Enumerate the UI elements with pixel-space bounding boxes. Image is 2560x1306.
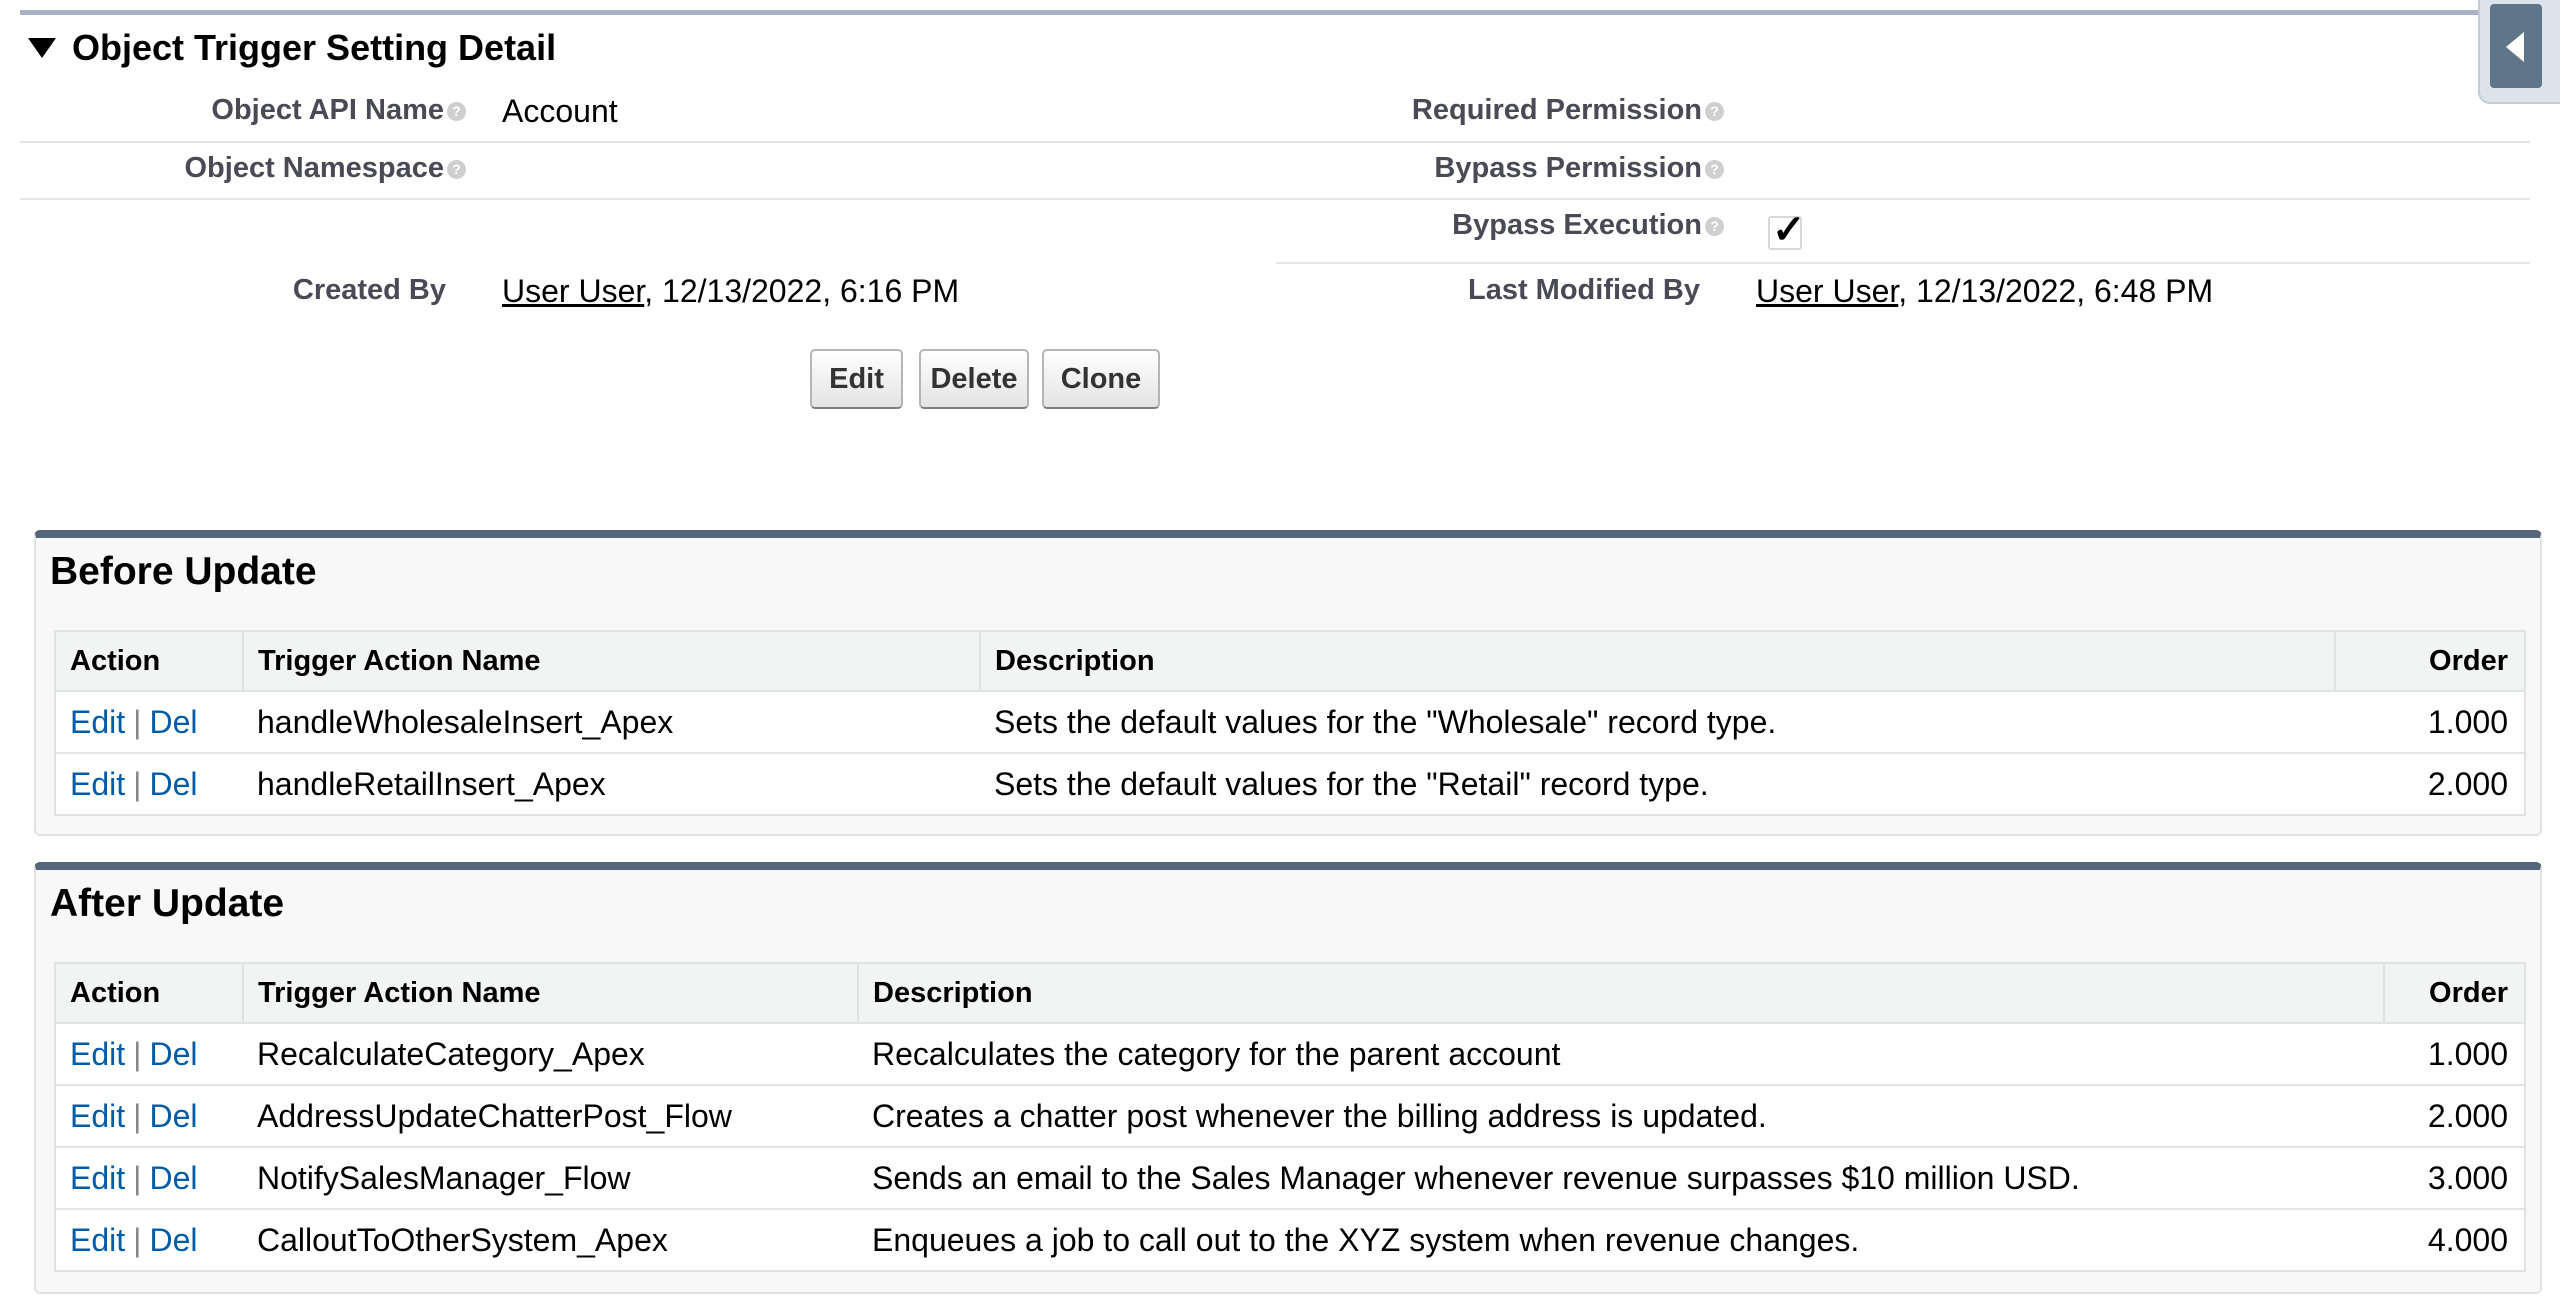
description-cell: Recalculates the category for the parent… (858, 1022, 2384, 1085)
table-row: Edit | Del NotifySalesManager_Flow Sends a… (55, 1146, 2525, 1209)
action-separator: | (133, 1035, 142, 1072)
help-icon[interactable]: ? (447, 101, 466, 121)
delete-link[interactable]: Del (149, 1222, 197, 1258)
after-update-table: Action Trigger Action Name Description O… (54, 962, 2526, 1272)
delete-link[interactable]: Del (149, 704, 197, 740)
sidebar-toggle-tab[interactable] (2478, 0, 2560, 104)
triangle-down-icon[interactable] (28, 38, 56, 58)
action-cell: Edit | Del (55, 1022, 243, 1085)
chevron-left-icon (2506, 32, 2524, 62)
description-cell: Creates a chatter post whenever the bill… (858, 1084, 2384, 1147)
description-cell: Sends an email to the Sales Manager when… (858, 1146, 2384, 1209)
delete-link[interactable]: Del (149, 766, 197, 802)
delete-link[interactable]: Del (149, 1160, 197, 1196)
object-namespace-label: Object Namespace? (184, 152, 466, 185)
row-divider (20, 198, 2530, 200)
object-api-name-value: Account (502, 93, 618, 129)
edit-link[interactable]: Edit (70, 1160, 125, 1196)
action-separator: | (133, 1097, 142, 1134)
edit-button[interactable]: Edit (810, 349, 903, 409)
description-cell: Sets the default values for the "Retail"… (980, 752, 2335, 815)
sidebar-toggle-button[interactable] (2490, 4, 2542, 88)
column-header-description[interactable]: Description (857, 962, 2385, 1024)
help-icon[interactable]: ? (1705, 159, 1724, 179)
created-by-date: , 12/13/2022, 6:16 PM (644, 273, 960, 309)
trigger-action-name-cell: handleWholesaleInsert_Apex (243, 690, 980, 753)
order-cell: 4.000 (2384, 1208, 2525, 1271)
delete-link[interactable]: Del (149, 1098, 197, 1134)
trigger-action-name-cell: AddressUpdateChatterPost_Flow (243, 1084, 858, 1147)
order-cell: 1.000 (2384, 1022, 2525, 1085)
table-row: Edit | Del handleWholesaleInsert_Apex Sets… (55, 690, 2525, 753)
created-by-label: Created By (292, 274, 446, 306)
created-by-value: User User, 12/13/2022, 6:16 PM (502, 273, 959, 310)
column-header-action: Action (54, 962, 244, 1024)
action-separator: | (133, 1221, 142, 1258)
edit-link[interactable]: Edit (70, 766, 125, 802)
bypass-execution-label: Bypass Execution? (1452, 209, 1724, 242)
bypass-permission-label: Bypass Permission? (1434, 152, 1724, 185)
trigger-action-name-cell: NotifySalesManager_Flow (243, 1146, 858, 1209)
last-modified-by-label: Last Modified By (1467, 274, 1700, 306)
after-update-title: After Update (50, 882, 285, 925)
required-permission-label: Required Permission? (1412, 94, 1724, 127)
after-update-list: After Update Action Trigger Action Name … (34, 862, 2542, 1294)
table-row: Edit | Del CalloutToOtherSystem_Apex Enque… (55, 1208, 2525, 1271)
help-icon[interactable]: ? (1705, 101, 1724, 121)
action-cell: Edit | Del (55, 1208, 243, 1271)
column-header-trigger-action-name[interactable]: Trigger Action Name (242, 962, 859, 1024)
table-header-row: Action Trigger Action Name Description O… (54, 630, 2526, 692)
table-row: Edit | Del AddressUpdateChatterPost_Flow C… (55, 1084, 2525, 1147)
trigger-action-name-cell: handleRetailInsert_Apex (243, 752, 980, 815)
column-header-description[interactable]: Description (979, 630, 2336, 692)
action-cell: Edit | Del (55, 690, 243, 753)
checkmark-icon: ✓ (1772, 208, 1806, 252)
order-cell: 2.000 (2384, 1084, 2525, 1147)
action-cell: Edit | Del (55, 752, 243, 815)
action-separator: | (133, 1159, 142, 1196)
action-cell: Edit | Del (55, 1084, 243, 1147)
last-modified-by-value: User User, 12/13/2022, 6:48 PM (1756, 273, 2213, 310)
last-modified-by-date: , 12/13/2022, 6:48 PM (1898, 273, 2214, 309)
help-icon[interactable]: ? (447, 159, 466, 179)
delete-button[interactable]: Delete (919, 349, 1029, 409)
created-by-user-link[interactable]: User User (502, 273, 644, 309)
column-header-action: Action (54, 630, 244, 692)
object-api-name-label: Object API Name? (211, 94, 466, 127)
action-cell: Edit | Del (55, 1146, 243, 1209)
column-header-trigger-action-name[interactable]: Trigger Action Name (242, 630, 981, 692)
page: Object Trigger Setting Detail Object API… (0, 0, 2560, 1306)
action-separator: | (133, 765, 142, 802)
column-header-order[interactable]: Order (2334, 630, 2526, 692)
edit-link[interactable]: Edit (70, 1036, 125, 1072)
row-divider (20, 141, 2530, 143)
before-update-title: Before Update (50, 550, 317, 593)
edit-link[interactable]: Edit (70, 704, 125, 740)
section-top-rule (20, 10, 2480, 15)
action-separator: | (133, 703, 142, 740)
delete-link[interactable]: Del (149, 1036, 197, 1072)
table-row: Edit | Del RecalculateCategory_Apex Recalc… (55, 1022, 2525, 1085)
order-cell: 1.000 (2335, 690, 2525, 753)
detail-section-title: Object Trigger Setting Detail (72, 27, 557, 68)
order-cell: 3.000 (2384, 1146, 2525, 1209)
edit-link[interactable]: Edit (70, 1098, 125, 1134)
help-icon[interactable]: ? (1705, 216, 1724, 236)
order-cell: 2.000 (2335, 752, 2525, 815)
detail-section-header[interactable]: Object Trigger Setting Detail (28, 26, 556, 70)
edit-link[interactable]: Edit (70, 1222, 125, 1258)
before-update-list: Before Update Action Trigger Action Name… (34, 530, 2542, 836)
last-modified-by-user-link[interactable]: User User (1756, 273, 1898, 309)
description-cell: Sets the default values for the "Wholesa… (980, 690, 2335, 753)
table-header-row: Action Trigger Action Name Description O… (54, 962, 2526, 1024)
column-header-order[interactable]: Order (2383, 962, 2526, 1024)
trigger-action-name-cell: CalloutToOtherSystem_Apex (243, 1208, 858, 1271)
trigger-action-name-cell: RecalculateCategory_Apex (243, 1022, 858, 1085)
clone-button[interactable]: Clone (1042, 349, 1160, 409)
before-update-table: Action Trigger Action Name Description O… (54, 630, 2526, 816)
row-divider (1276, 262, 2530, 264)
description-cell: Enqueues a job to call out to the XYZ sy… (858, 1208, 2384, 1271)
bypass-execution-checkbox: ✓ (1768, 210, 1806, 250)
table-row: Edit | Del handleRetailInsert_Apex Sets th… (55, 752, 2525, 815)
